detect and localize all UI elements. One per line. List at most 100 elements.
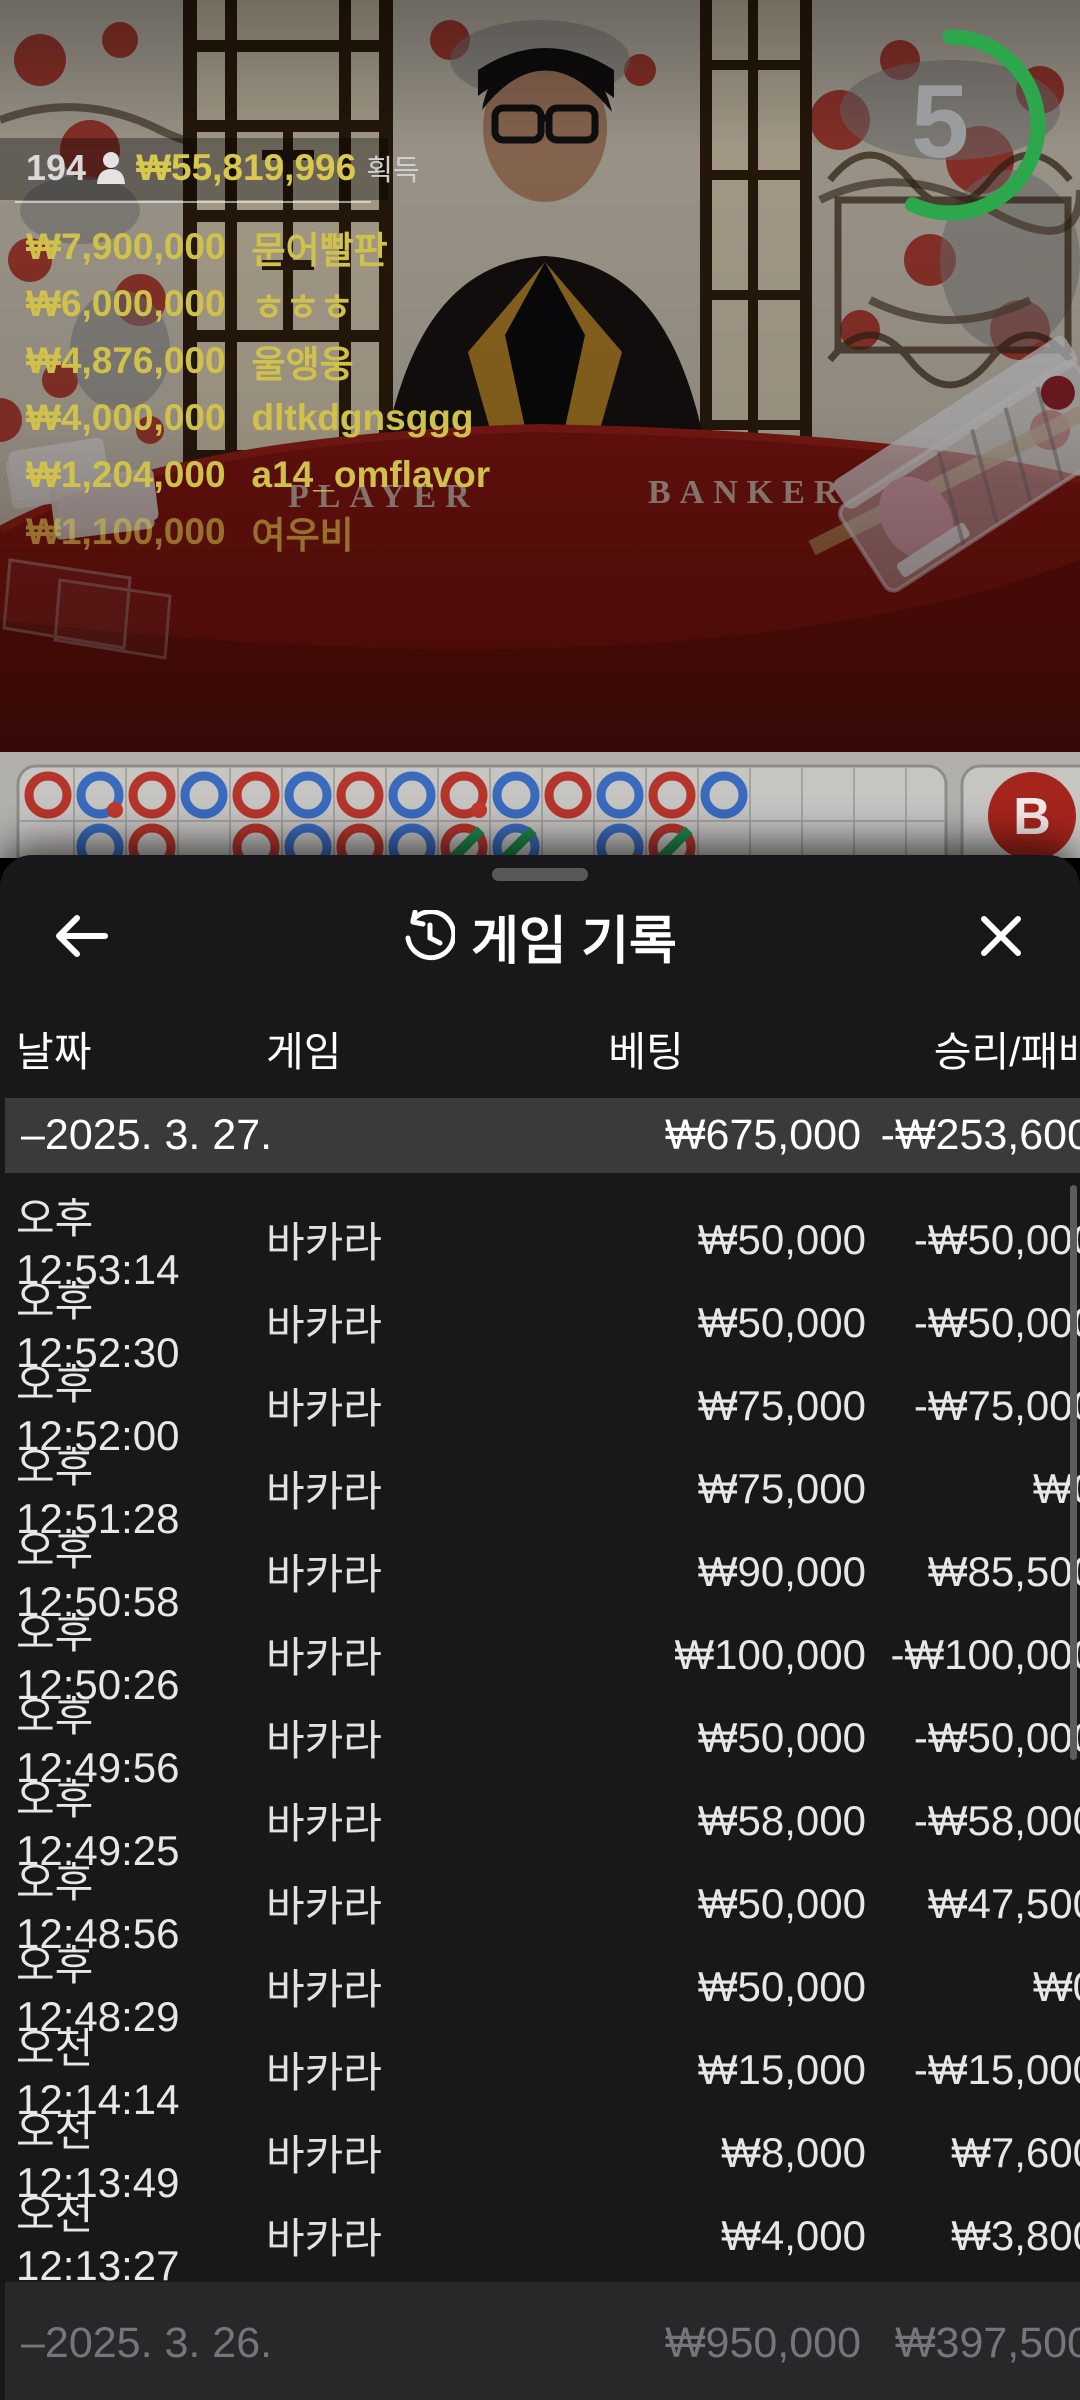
date-group-row[interactable]: –2025. 3. 26. ₩950,000 ₩397,500 [5,2282,1080,2400]
group-result-total: -₩253,600 [861,1111,1080,1160]
row-result: -₩50,000 [866,1299,1080,1347]
column-header-bet: 베팅 [426,1018,866,1078]
winner-row: ₩1,100,000여우비 [26,503,490,560]
row-bet: ₩50,000 [426,1963,866,2011]
winner-row: ₩7,900,000 문어빨판 [26,218,490,275]
winner-name: 울앵웅 [252,334,354,388]
row-bet: ₩50,000 [426,1880,866,1928]
group-date: –2025. 3. 26. [21,2319,431,2368]
row-bet: ₩100,000 [426,1631,866,1679]
row-bet: ₩90,000 [426,1548,866,1596]
game-history-sheet: 게임 기록 날짜 게임 베팅 승리/패배 –2025. 3. 27. ₩675,… [0,855,1080,2400]
history-row: 오후 12:52:00바카라₩75,000-₩75,000 [0,1351,1080,1434]
row-result: ₩0 [866,1465,1080,1513]
row-game: 바카라 [266,1707,426,1768]
sheet-header: 게임 기록 [0,893,1080,979]
winner-total-amount: ₩55,819,996 [136,147,356,189]
history-row: 오후 12:53:14바카라₩50,000-₩50,000 [0,1185,1080,1268]
history-clock-icon [403,910,455,962]
row-bet: ₩50,000 [426,1299,866,1347]
close-icon [978,913,1024,959]
winner-ticker-header: 194 ₩55,819,996 획득 [26,147,420,189]
group-bet-total: ₩675,000 [431,1111,861,1160]
history-row: 오전 12:13:27바카라₩4,000₩3,800 [0,2181,1080,2264]
history-rows-list[interactable]: 오후 12:53:14바카라₩50,000-₩50,000오후 12:52:30… [0,1185,1080,2264]
row-result: ₩7,600 [866,2129,1080,2177]
group-bet-total: ₩950,000 [431,2319,861,2368]
row-bet: ₩75,000 [426,1382,866,1430]
row-game: 바카라 [266,2205,426,2266]
row-result: ₩0 [866,1963,1080,2011]
row-game: 바카라 [266,1956,426,2017]
live-video: PLAYER BANKER 194 ₩55,819,996 획득 ₩7,900,… [0,0,1080,752]
row-bet: ₩75,000 [426,1465,866,1513]
row-bet: ₩15,000 [426,2046,866,2094]
row-game: 바카라 [266,1790,426,1851]
winner-name: 여우비 [252,505,354,559]
row-bet: ₩8,000 [426,2129,866,2177]
history-row: 오후 12:50:58바카라₩90,000₩85,500 [0,1517,1080,1600]
winner-amount: ₩7,900,000 [26,226,226,268]
bead-road-grid[interactable]: B [0,752,1080,858]
row-result: -₩58,000 [866,1797,1080,1845]
row-bet: ₩4,000 [426,2212,866,2260]
roadmap-strip: B [0,752,1080,858]
row-game: 바카라 [266,1541,426,1602]
winner-name: 문어빨판 [252,220,388,274]
row-game: 바카라 [266,2122,426,2183]
row-game: 바카라 [266,1458,426,1519]
scrollbar-thumb[interactable] [1070,1185,1077,1760]
row-game: 바카라 [266,1209,426,1270]
winner-separator [15,201,371,203]
history-row: 오전 12:14:14바카라₩15,000-₩15,000 [0,2015,1080,2098]
history-row: 오후 12:50:26바카라₩100,000-₩100,000 [0,1600,1080,1683]
row-bet: ₩58,000 [426,1797,866,1845]
winner-amount: ₩1,204,000 [26,454,226,496]
winner-count: 194 [26,147,86,189]
countdown-number: 5 [880,70,1000,174]
column-header-date: 날짜 [16,1018,266,1078]
winner-row: ₩6,000,000 ㅎㅎㅎ [26,275,490,332]
row-result: -₩100,000 [866,1631,1080,1679]
row-game: 바카라 [266,1292,426,1353]
history-row: 오후 12:51:28바카라₩75,000₩0 [0,1434,1080,1517]
winner-amount: ₩4,000,000 [26,397,226,439]
row-bet: ₩50,000 [426,1216,866,1264]
row-result: ₩47,500 [866,1880,1080,1928]
winner-name: a14_omflavor [252,454,491,496]
history-row: 오후 12:49:25바카라₩58,000-₩58,000 [0,1766,1080,1849]
row-result: -₩50,000 [866,1714,1080,1762]
history-row: 오후 12:52:30바카라₩50,000-₩50,000 [0,1268,1080,1351]
history-row: 오후 12:48:29바카라₩50,000₩0 [0,1932,1080,2015]
row-bet: ₩50,000 [426,1714,866,1762]
row-game: 바카라 [266,1624,426,1685]
winner-row: ₩1,204,000 a14_omflavor [26,446,490,503]
winner-row: ₩4,000,000 dltkdgnsggg [26,389,490,446]
winner-name: dltkdgnsggg [252,397,474,439]
row-result: ₩85,500 [866,1548,1080,1596]
row-time: 오전 12:13:27 [16,2181,266,2290]
row-game: 바카라 [266,1375,426,1436]
winner-amount: ₩6,000,000 [26,283,226,325]
winner-row: ₩4,876,000울앵웅 [26,332,490,389]
history-row: 오후 12:48:56바카라₩50,000₩47,500 [0,1849,1080,1932]
row-result: -₩75,000 [866,1382,1080,1430]
close-button[interactable] [956,893,1046,979]
sheet-title: 게임 기록 [471,899,677,974]
column-header-game: 게임 [266,1018,426,1078]
history-row: 오전 12:13:49바카라₩8,000₩7,600 [0,2098,1080,2181]
column-header-result: 승리/패배 [866,1018,1080,1078]
date-group-row[interactable]: –2025. 3. 27. ₩675,000 -₩253,600 [5,1098,1080,1173]
person-icon [96,151,126,185]
row-result: -₩15,000 [866,2046,1080,2094]
winner-name: ㅎㅎㅎ [252,277,354,331]
row-result: ₩3,800 [866,2212,1080,2260]
group-result-total: ₩397,500 [861,2319,1080,2368]
winner-list: ₩7,900,000 문어빨판 ₩6,000,000 ㅎㅎㅎ₩4,876,000울앵웅… [26,218,490,560]
sheet-title-wrap: 게임 기록 [0,893,1080,979]
group-date: –2025. 3. 27. [21,1111,431,1160]
back-button[interactable] [36,893,126,979]
drag-handle[interactable] [492,868,588,881]
history-row: 오후 12:49:56바카라₩50,000-₩50,000 [0,1683,1080,1766]
row-game: 바카라 [266,1873,426,1934]
